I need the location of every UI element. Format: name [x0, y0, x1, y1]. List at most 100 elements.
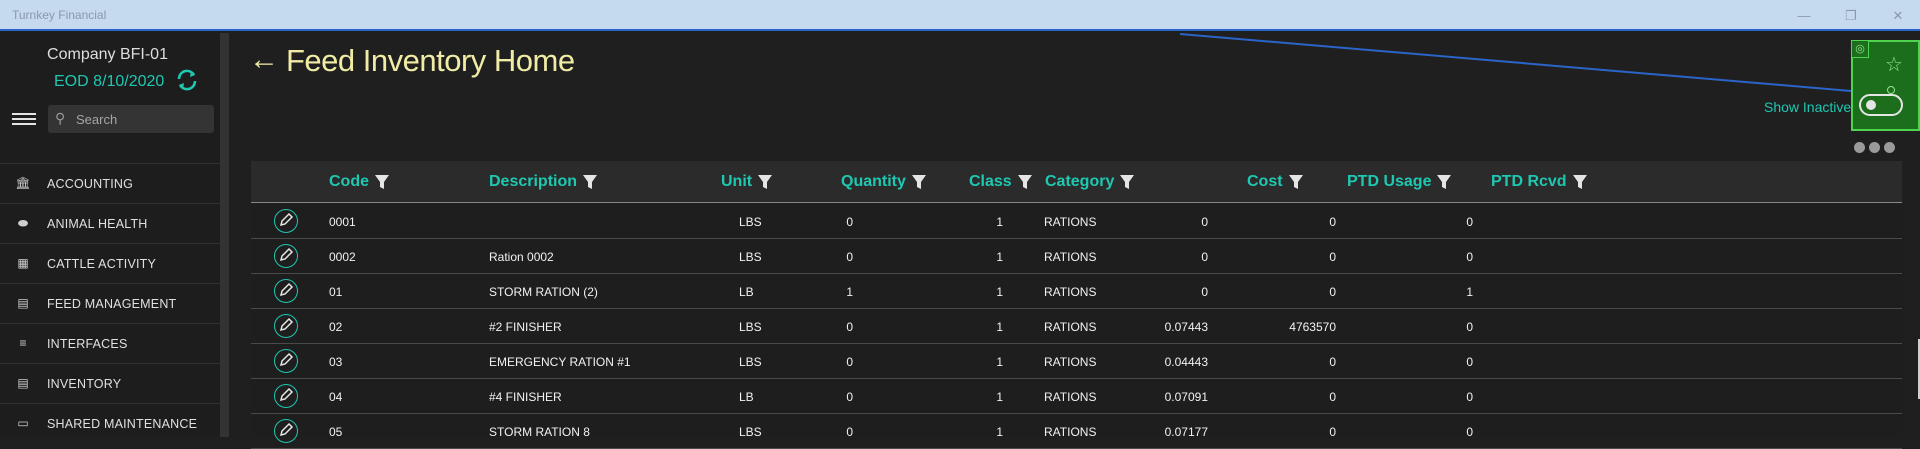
show-inactive-toggle[interactable] [1859, 94, 1903, 116]
cell-category: RATIONS [1044, 215, 1097, 229]
filter-icon[interactable] [758, 174, 773, 190]
nav-item-animal-health[interactable]: ⬬ ANIMAL HEALTH [0, 203, 220, 243]
edit-pencil-icon[interactable] [274, 279, 298, 303]
table-row[interactable]: 01 STORM RATION (2) LB 1 1 RATIONS 0 0 1 [251, 274, 1902, 309]
filter-icon[interactable] [1572, 174, 1587, 190]
cell-class: 1 [996, 355, 1003, 369]
cell-category: RATIONS [1044, 390, 1097, 404]
cell-category: RATIONS [1044, 320, 1097, 334]
grid-header: Code Description Unit Quantity Class Cat… [251, 161, 1902, 203]
cell-ptd-usage: 0 [1329, 250, 1336, 264]
column-header-description[interactable]: Description [489, 173, 598, 191]
cell-ptd-rcvd: 0 [1466, 355, 1473, 369]
nav-item-feed-management[interactable]: ▤ FEED MANAGEMENT [0, 283, 220, 323]
back-arrow-icon[interactable]: ← [249, 43, 279, 77]
column-header-unit[interactable]: Unit [721, 173, 773, 191]
clipboard-icon: ▤ [17, 376, 29, 390]
cell-quantity: 0 [846, 215, 853, 229]
column-header-label: Quantity [841, 173, 906, 190]
cell-category: RATIONS [1044, 355, 1097, 369]
column-header-quantity[interactable]: Quantity [841, 173, 926, 191]
column-header-label: Cost [1247, 173, 1283, 190]
nav-item-interfaces[interactable]: ≡ INTERFACES [0, 323, 220, 363]
cell-ptd-rcvd: 0 [1466, 390, 1473, 404]
column-header-label: Unit [721, 173, 753, 190]
table-row[interactable]: 05 STORM RATION 8 LBS 0 1 RATIONS 0.07177 0 0 [251, 414, 1902, 449]
nav-item-label: CATTLE ACTIVITY [47, 257, 157, 271]
cell-code: 01 [329, 285, 343, 299]
show-inactive-label: Show Inactive [1764, 99, 1852, 115]
cell-code: 0002 [329, 250, 356, 264]
filter-icon[interactable] [583, 174, 598, 190]
column-header-class[interactable]: Class [969, 173, 1032, 191]
nav-item-inventory[interactable]: ▤ INVENTORY [0, 363, 220, 403]
cell-ptd-rcvd: 0 [1466, 250, 1473, 264]
edit-pencil-icon[interactable] [274, 384, 298, 408]
dot-icon [1854, 142, 1865, 153]
cell-code: 02 [329, 320, 343, 334]
close-button[interactable]: ✕ [1876, 0, 1920, 31]
cell-code: 04 [329, 390, 343, 404]
filter-icon[interactable] [1288, 174, 1303, 190]
cell-ptd-usage: 0 [1329, 215, 1336, 229]
nav-item-accounting[interactable]: 🏛 ACCOUNTING [0, 163, 220, 203]
cell-description: STORM RATION (2) [489, 285, 598, 299]
column-header-code[interactable]: Code [329, 173, 389, 191]
nav-item-shared-maintenance[interactable]: ▭ SHARED MAINTENANCE [0, 403, 220, 443]
cell-class: 1 [996, 215, 1003, 229]
nav-item-label: INTERFACES [47, 337, 128, 351]
filter-icon[interactable] [1437, 174, 1452, 190]
edit-pencil-icon[interactable] [274, 209, 298, 233]
filter-icon[interactable] [375, 174, 389, 190]
restore-button[interactable]: ❐ [1829, 0, 1873, 31]
table-row[interactable]: 03 EMERGENCY RATION #1 LBS 0 1 RATIONS 0.04443… [251, 344, 1902, 379]
edit-pencil-icon[interactable] [274, 314, 298, 338]
edit-pencil-icon[interactable] [274, 244, 298, 268]
column-header-category[interactable]: Category [1045, 173, 1135, 191]
cell-description: Ration 0002 [489, 250, 554, 264]
column-header-ptd-rcvd[interactable]: PTD Rcvd [1491, 173, 1587, 191]
cell-code: 03 [329, 355, 343, 369]
filter-icon[interactable] [911, 174, 926, 190]
search-input[interactable] [76, 109, 206, 129]
hamburger-menu-icon[interactable] [12, 113, 36, 127]
column-header-label: PTD Rcvd [1491, 173, 1567, 190]
cell-cost: 0 [1201, 285, 1208, 299]
fence-icon: ▦ [17, 256, 29, 270]
nav-item-label: ACCOUNTING [47, 177, 134, 191]
dot-icon [1884, 142, 1895, 153]
cell-cost: 0.04443 [1164, 355, 1208, 369]
cell-ptd-usage: 4763570 [1289, 320, 1336, 334]
pill-icon: ⬬ [17, 216, 29, 230]
inventory-grid: Code Description Unit Quantity Class Cat… [251, 161, 1920, 449]
cell-ptd-usage: 0 [1329, 285, 1336, 299]
column-header-ptd-usage[interactable]: PTD Usage [1347, 173, 1452, 191]
edit-pencil-icon[interactable] [274, 349, 298, 373]
cell-category: RATIONS [1044, 285, 1097, 299]
sidebar: Company BFI-01 EOD 8/10/2020 ⚲ 🏛 ACCOUNT… [0, 33, 229, 437]
table-row[interactable]: 0002 Ration 0002 LBS 0 1 RATIONS 0 0 0 [251, 239, 1902, 274]
table-row[interactable]: 0001 LBS 0 1 RATIONS 0 0 0 [251, 204, 1902, 239]
search-box[interactable]: ⚲ [48, 105, 214, 133]
cell-unit: LBS [739, 215, 762, 229]
minimize-button[interactable]: — [1782, 0, 1826, 31]
star-icon[interactable]: ☆ [1885, 52, 1903, 77]
cell-unit: LB [739, 390, 754, 404]
filter-icon[interactable] [1120, 174, 1135, 190]
column-header-cost[interactable]: Cost [1247, 173, 1303, 191]
edit-pencil-icon[interactable] [274, 419, 298, 443]
filter-icon[interactable] [1017, 174, 1032, 190]
cell-ptd-rcvd: 1 [1466, 285, 1473, 299]
nav-item-label: ANIMAL HEALTH [47, 217, 148, 231]
more-options-button[interactable] [1854, 142, 1895, 153]
company-name: Company BFI-01 [47, 46, 168, 63]
table-row[interactable]: 04 #4 FINISHER LB 0 1 RATIONS 0.07091 0 0 [251, 379, 1902, 414]
refresh-icon[interactable] [174, 67, 200, 93]
cell-class: 1 [996, 320, 1003, 334]
cell-cost: 0 [1201, 215, 1208, 229]
window-title: Turnkey Financial [12, 8, 107, 22]
cell-quantity: 0 [846, 355, 853, 369]
cell-ptd-rcvd: 0 [1466, 320, 1473, 334]
nav-item-cattle-activity[interactable]: ▦ CATTLE ACTIVITY [0, 243, 220, 283]
table-row[interactable]: 02 #2 FINISHER LBS 0 1 RATIONS 0.07443 4763570 0 [251, 309, 1902, 344]
